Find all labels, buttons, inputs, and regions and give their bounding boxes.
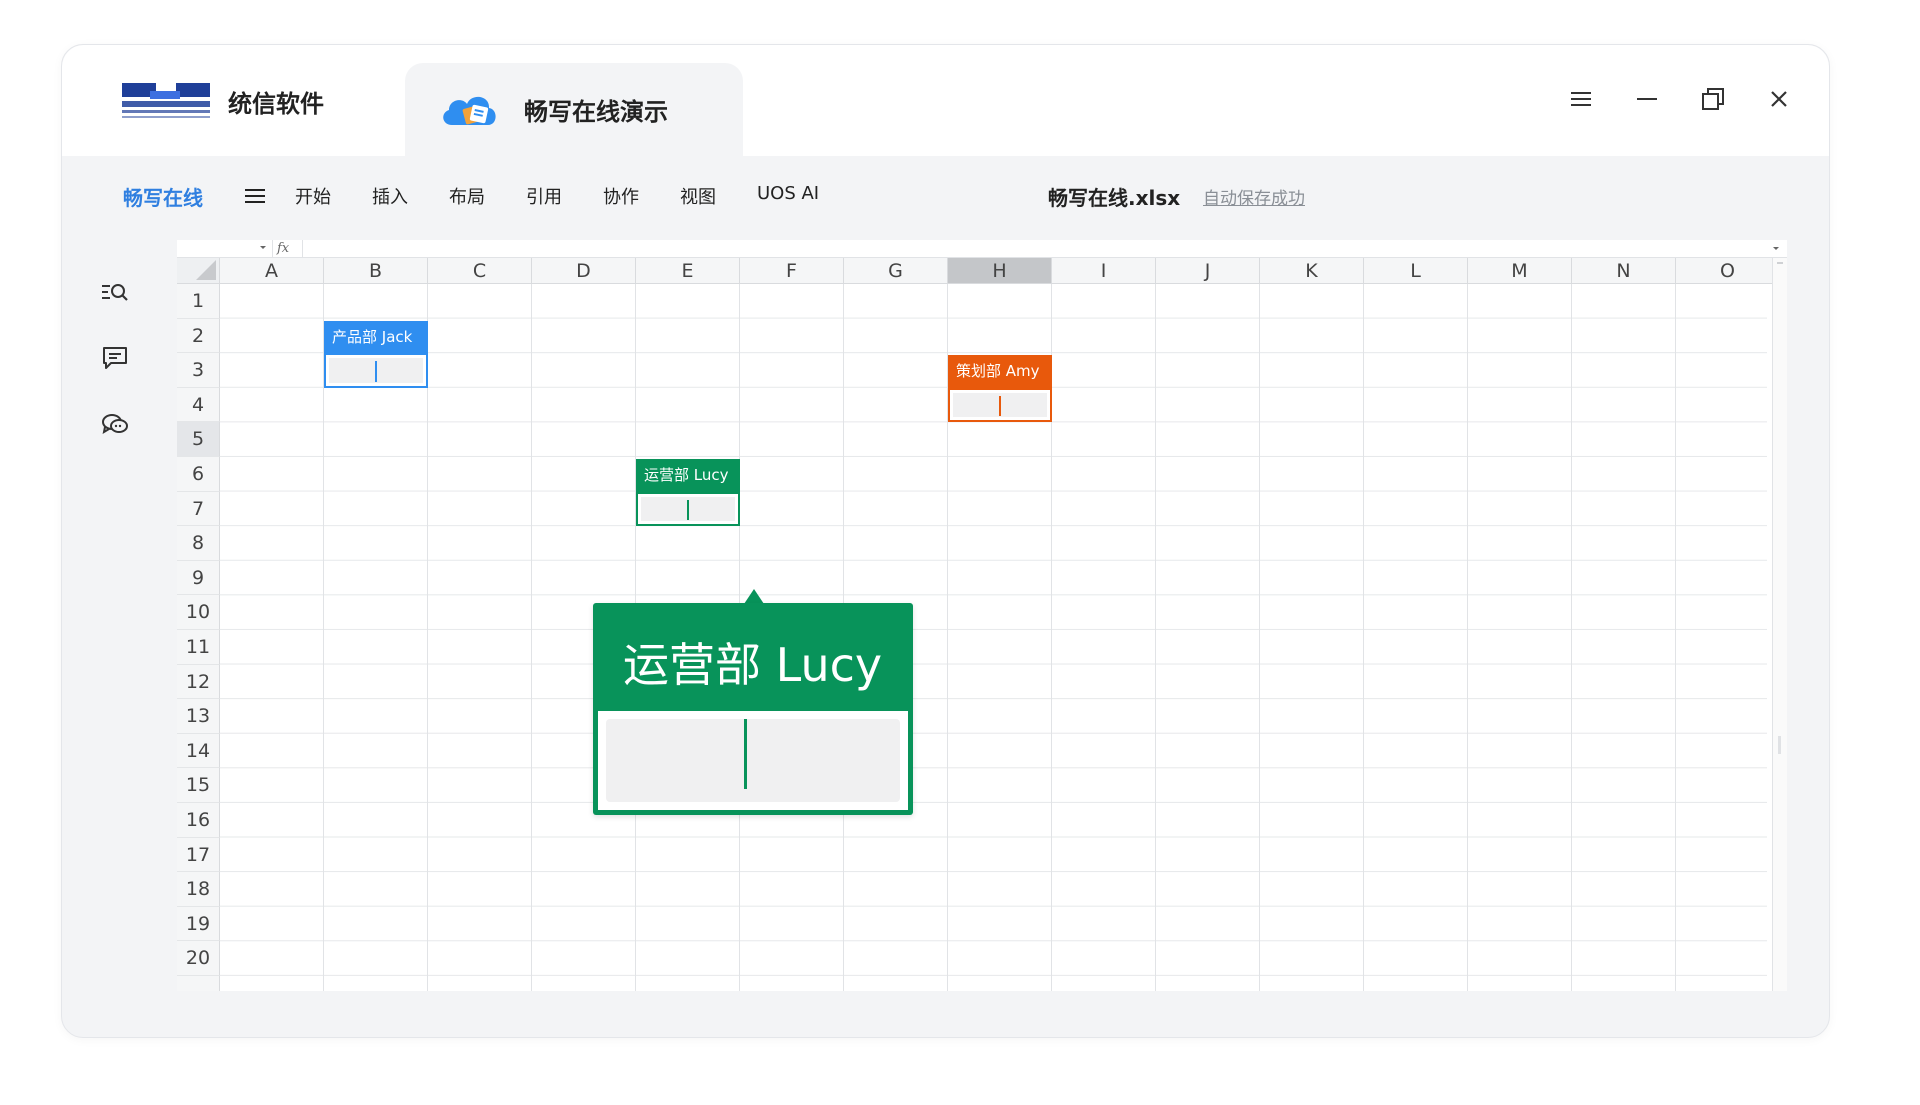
menu-item-collaborate[interactable]: 协作	[603, 183, 639, 209]
name-box[interactable]	[177, 240, 273, 257]
text-caret	[375, 361, 377, 382]
column-header-a[interactable]: A	[220, 258, 324, 284]
text-caret	[999, 395, 1001, 417]
popup-body	[598, 711, 908, 810]
row-header-5[interactable]: 5	[177, 422, 220, 457]
cloud-app-icon	[438, 89, 502, 131]
select-all-corner[interactable]	[177, 258, 220, 284]
row-header-10[interactable]: 10	[177, 595, 220, 630]
collaborator-tag: 产品部 Jack	[324, 320, 428, 354]
brand-logo-text[interactable]: 畅写在线	[123, 182, 203, 211]
column-header-m[interactable]: M	[1468, 258, 1572, 284]
row-header-9[interactable]: 9	[177, 560, 220, 596]
scroll-up-icon	[1777, 262, 1783, 264]
company-logo	[120, 81, 212, 121]
formula-bar: fx	[177, 240, 1787, 258]
company-name: 统信软件	[228, 89, 324, 118]
menu-item-view[interactable]: 视图	[680, 183, 716, 209]
menu-item-insert[interactable]: 插入	[372, 183, 408, 209]
row-header-3[interactable]: 3	[177, 353, 220, 388]
row-header-14[interactable]: 14	[177, 733, 220, 769]
row-header-partial	[177, 976, 220, 991]
collaborator-cell[interactable]	[636, 491, 740, 527]
column-header-h[interactable]: H	[948, 258, 1052, 284]
column-header-b[interactable]: B	[324, 258, 428, 284]
comment-icon[interactable]	[98, 343, 132, 373]
column-header-g[interactable]: G	[844, 258, 948, 284]
column-header-k[interactable]: K	[1260, 258, 1364, 284]
column-header-i[interactable]: I	[1052, 258, 1156, 284]
menu-item-start[interactable]: 开始	[295, 183, 331, 209]
minimize-icon[interactable]	[1629, 81, 1665, 117]
scrollbar-thumb[interactable]	[1778, 736, 1781, 754]
menu-bar: 开始 插入 布局 引用 协作 视图 UOS AI	[291, 183, 819, 209]
row-header-11[interactable]: 11	[177, 630, 220, 665]
save-status-link[interactable]: 自动保存成功	[1203, 184, 1305, 209]
tab-document[interactable]: 畅写在线演示	[405, 63, 743, 156]
row-header-6[interactable]: 6	[177, 457, 220, 492]
row-header-12[interactable]: 12	[177, 664, 220, 700]
row-header-2[interactable]: 2	[177, 318, 220, 354]
row-header-15[interactable]: 15	[177, 768, 220, 803]
popup-cell-editor[interactable]	[606, 719, 900, 802]
column-header-f[interactable]: F	[740, 258, 844, 284]
formula-input[interactable]	[302, 240, 1787, 257]
column-header-o[interactable]: O	[1676, 258, 1780, 284]
file-name[interactable]: 畅写在线.xlsx	[1048, 182, 1180, 211]
row-header-7[interactable]: 7	[177, 491, 220, 527]
chevron-down-icon	[260, 246, 266, 249]
column-header-j[interactable]: J	[1156, 258, 1260, 284]
text-caret	[687, 499, 689, 521]
app-window: 统信软件 畅写在线演示 畅写在线 开始 插入 布局 引用 协作 视图 UOS A…	[61, 44, 1830, 1038]
column-header-n[interactable]: N	[1572, 258, 1676, 284]
home-tab[interactable]: 统信软件	[120, 81, 324, 121]
collaborator-popup: 运营部 Lucy	[593, 603, 913, 815]
tab-strip: 统信软件 畅写在线演示	[62, 45, 1829, 156]
collaborator-cell[interactable]	[948, 387, 1052, 423]
menu-item-layout[interactable]: 布局	[449, 183, 485, 209]
window-controls	[1563, 81, 1797, 117]
corner-triangle-icon	[196, 260, 216, 280]
collaborator-tag: 策划部 Amy	[948, 355, 1052, 388]
row-header-16[interactable]: 16	[177, 803, 220, 838]
text-caret	[744, 719, 747, 789]
column-header-c[interactable]: C	[428, 258, 532, 284]
hamburger-menu-icon[interactable]	[245, 185, 267, 207]
column-headers: ABCDEFGHIJKLMNO	[177, 258, 1787, 284]
menu-item-reference[interactable]: 引用	[526, 183, 562, 209]
column-header-d[interactable]: D	[532, 258, 636, 284]
column-header-l[interactable]: L	[1364, 258, 1468, 284]
menu-item-uos-ai[interactable]: UOS AI	[757, 183, 819, 209]
row-header-18[interactable]: 18	[177, 872, 220, 907]
row-header-19[interactable]: 19	[177, 906, 220, 942]
popup-pointer	[744, 589, 764, 604]
search-list-icon[interactable]	[98, 277, 132, 307]
menu-icon[interactable]	[1563, 81, 1599, 117]
vertical-scrollbar[interactable]	[1772, 258, 1787, 991]
row-header-1[interactable]: 1	[177, 284, 220, 319]
collaborator-cell[interactable]	[324, 353, 428, 388]
chat-icon[interactable]	[98, 409, 132, 439]
row-header-20[interactable]: 20	[177, 941, 220, 976]
left-sidebar	[98, 277, 138, 475]
close-icon[interactable]	[1761, 81, 1797, 117]
column-header-e[interactable]: E	[636, 258, 740, 284]
row-header-4[interactable]: 4	[177, 387, 220, 423]
restore-icon[interactable]	[1695, 81, 1731, 117]
row-header-17[interactable]: 17	[177, 837, 220, 873]
tab-document-label: 畅写在线演示	[524, 98, 668, 126]
spreadsheet-area: fx ABCDEFGHIJKLMNO 1 2 3 4 5 6 7 8 9 10 11 12 13 14 15…	[177, 240, 1787, 991]
collaborator-tag: 运营部 Lucy	[636, 459, 740, 492]
main-toolbar: 畅写在线 开始 插入 布局 引用 协作 视图 UOS AI 畅写在线.xlsx …	[62, 156, 1829, 236]
fx-label: fx	[277, 241, 290, 256]
row-header-8[interactable]: 8	[177, 526, 220, 561]
popup-collaborator-label: 运营部 Lucy	[623, 638, 883, 692]
row-header-13[interactable]: 13	[177, 699, 220, 734]
chevron-down-icon	[1773, 247, 1779, 250]
